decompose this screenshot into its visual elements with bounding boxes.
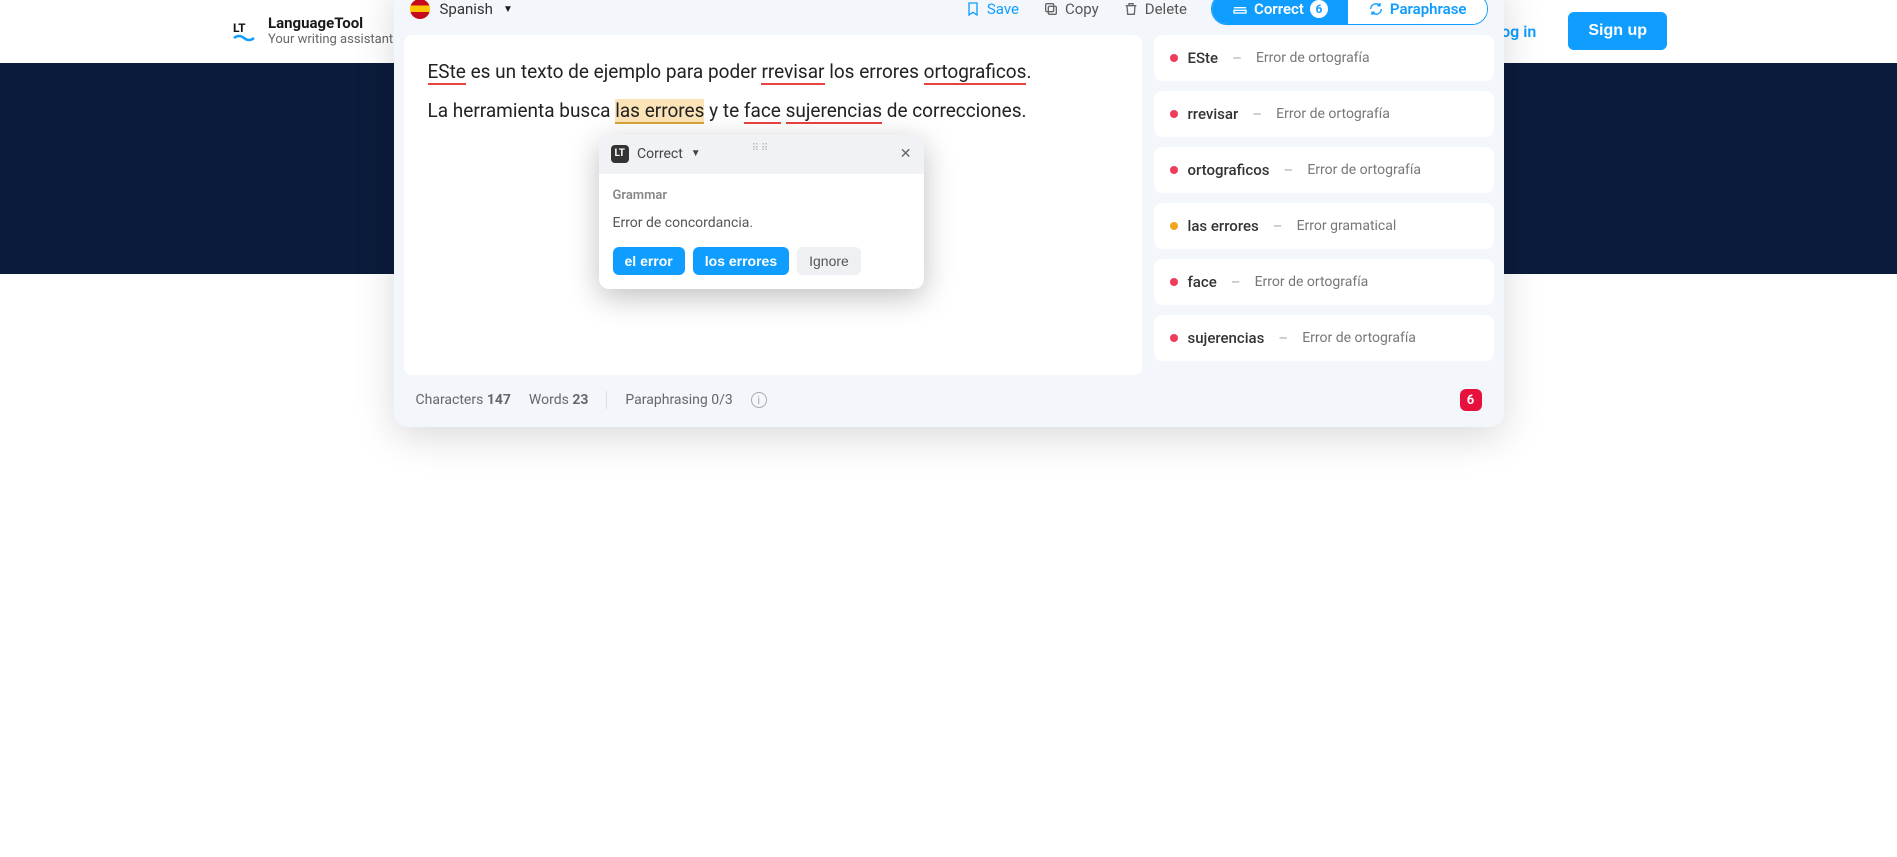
- err-word[interactable]: sujerencias: [786, 99, 882, 124]
- ignore-button[interactable]: Ignore: [797, 247, 861, 275]
- brand-subtitle: Your writing assistant: [268, 32, 393, 48]
- editor-textarea[interactable]: ESte es un texto de ejemplo para poder r…: [404, 35, 1142, 375]
- status-dot-icon: [1170, 54, 1178, 62]
- status-dot-icon: [1170, 110, 1178, 118]
- correct-count-badge: 6: [1310, 0, 1328, 18]
- error-card[interactable]: ortograficos–Error de ortografía: [1154, 147, 1494, 193]
- status-dot-icon: [1170, 222, 1178, 230]
- popup-title: Correct: [637, 143, 683, 165]
- error-card[interactable]: sujerencias–Error de ortografía: [1154, 315, 1494, 361]
- err-word-grammar[interactable]: las errores: [615, 99, 704, 124]
- err-word[interactable]: face: [744, 99, 781, 124]
- brand-icon: LT: [230, 17, 258, 45]
- lt-badge-icon: LT: [611, 145, 630, 163]
- copy-icon: [1043, 1, 1059, 17]
- language-selector[interactable]: Spanish ▼: [410, 0, 513, 19]
- popup-message: Error de concordancia.: [613, 212, 910, 234]
- error-type: Error de ortografía: [1255, 274, 1369, 290]
- error-card[interactable]: rrevisar–Error de ortografía: [1154, 91, 1494, 137]
- error-count-badge[interactable]: 6: [1460, 389, 1482, 411]
- err-word[interactable]: ortograficos: [924, 60, 1027, 85]
- signup-button[interactable]: Sign up: [1568, 12, 1667, 50]
- err-word[interactable]: ESte: [428, 60, 466, 85]
- bookmark-icon: [965, 1, 981, 17]
- status-dot-icon: [1170, 334, 1178, 342]
- svg-text:LT: LT: [233, 21, 246, 35]
- info-icon[interactable]: i: [751, 392, 767, 408]
- paraphrasing-count: Paraphrasing 0/3: [625, 392, 732, 408]
- close-icon[interactable]: ✕: [900, 143, 912, 165]
- editor-toolbar: Spanish ▼ Save Copy Delete: [404, 0, 1494, 35]
- error-word: rrevisar: [1188, 105, 1239, 123]
- error-card[interactable]: ESte–Error de ortografía: [1154, 35, 1494, 81]
- mode-correct-label: Correct: [1254, 0, 1304, 18]
- error-word: sujerencias: [1188, 329, 1265, 347]
- copy-button[interactable]: Copy: [1043, 0, 1099, 18]
- error-type: Error de ortografía: [1302, 330, 1416, 346]
- save-label: Save: [987, 0, 1019, 18]
- correct-icon: [1232, 1, 1248, 17]
- mode-paraphrase-button[interactable]: Paraphrase: [1348, 0, 1487, 24]
- error-card[interactable]: face–Error de ortografía: [1154, 259, 1494, 305]
- editor-footer: Characters 147 Words 23 Paraphrasing 0/3…: [404, 375, 1494, 427]
- error-card[interactable]: las errores–Error gramatical: [1154, 203, 1494, 249]
- suggestion-button[interactable]: el error: [613, 247, 685, 275]
- words-count: Words 23: [529, 392, 589, 408]
- footer-separator: [606, 391, 607, 409]
- error-type: Error de ortografía: [1307, 162, 1421, 178]
- status-dot-icon: [1170, 278, 1178, 286]
- mode-paraphrase-label: Paraphrase: [1390, 0, 1467, 18]
- mode-toggle: Correct 6 Paraphrase: [1211, 0, 1487, 25]
- save-button[interactable]: Save: [965, 0, 1019, 18]
- chevron-down-icon[interactable]: ▼: [691, 146, 701, 162]
- drag-handle-icon[interactable]: ⠿⠿: [752, 141, 771, 157]
- delete-label: Delete: [1145, 0, 1187, 18]
- err-word[interactable]: rrevisar: [761, 60, 824, 85]
- text-line-2: La herramienta busca las errores y te fa…: [428, 96, 1118, 126]
- error-type: Error de ortografía: [1276, 106, 1390, 122]
- mode-correct-button[interactable]: Correct 6: [1212, 0, 1348, 24]
- characters-count: Characters 147: [416, 392, 511, 408]
- error-word: ortograficos: [1188, 161, 1270, 179]
- flag-spain-icon: [410, 0, 430, 19]
- language-label: Spanish: [440, 0, 493, 18]
- delete-button[interactable]: Delete: [1123, 0, 1187, 18]
- error-word: ESte: [1188, 49, 1219, 67]
- suggestion-button[interactable]: los errores: [693, 247, 789, 275]
- editor-card: Spanish ▼ Save Copy Delete: [394, 0, 1504, 427]
- error-word: face: [1188, 273, 1217, 291]
- paraphrase-icon: [1368, 1, 1384, 17]
- text-line-1: ESte es un texto de ejemplo para poder r…: [428, 57, 1118, 87]
- error-type: Error gramatical: [1297, 218, 1397, 234]
- correction-popup: ⠿⠿ LT Correct ▼ ✕ Grammar Error de conco…: [599, 135, 924, 289]
- trash-icon: [1123, 1, 1139, 17]
- copy-label: Copy: [1065, 0, 1099, 18]
- error-type: Error de ortografía: [1256, 50, 1370, 66]
- error-panel: ESte–Error de ortografía rrevisar–Error d…: [1154, 35, 1494, 375]
- brand[interactable]: LT LanguageTool Your writing assistant: [230, 14, 393, 48]
- brand-title: LanguageTool: [268, 14, 393, 32]
- error-word: las errores: [1188, 217, 1259, 235]
- chevron-down-icon: ▼: [503, 4, 513, 15]
- status-dot-icon: [1170, 166, 1178, 174]
- popup-category: Grammar: [613, 186, 910, 207]
